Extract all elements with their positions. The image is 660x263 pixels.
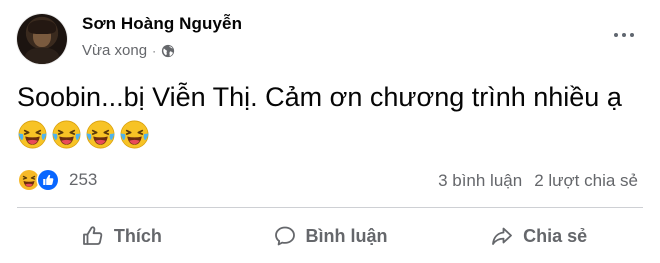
more-dot bbox=[622, 33, 626, 37]
laughing-tears-emoji bbox=[120, 120, 149, 149]
post-meta: Vừa xong · bbox=[82, 42, 175, 59]
like-reaction-icon bbox=[36, 168, 60, 192]
more-options-button[interactable] bbox=[610, 25, 638, 45]
reaction-summary[interactable]: 253 bbox=[17, 168, 97, 192]
author-avatar[interactable] bbox=[17, 14, 67, 64]
like-label: Thích bbox=[113, 225, 162, 246]
like-button[interactable]: Thích bbox=[17, 214, 226, 258]
avatar-figure-hair bbox=[28, 20, 56, 34]
post-action-bar: Thích Bình luận Chia sẻ bbox=[17, 214, 643, 258]
more-dot bbox=[630, 33, 634, 37]
post-timestamp[interactable]: Vừa xong bbox=[82, 42, 147, 59]
laughing-tears-emoji bbox=[86, 120, 115, 149]
divider bbox=[17, 207, 643, 208]
reaction-count[interactable]: 253 bbox=[69, 170, 97, 190]
post-text: Soobin...bị Viễn Thị. Cảm ơn chương trìn… bbox=[17, 82, 622, 112]
laughing-tears-emoji bbox=[52, 120, 81, 149]
avatar-figure-body bbox=[25, 48, 59, 64]
comment-label: Bình luận bbox=[305, 225, 388, 246]
share-count[interactable]: 2 lượt chia sẻ bbox=[534, 171, 638, 191]
meta-separator: · bbox=[152, 43, 157, 58]
share-button[interactable]: Chia sẻ bbox=[434, 214, 643, 258]
comment-count[interactable]: 3 bình luận bbox=[438, 171, 522, 191]
share-arrow-icon bbox=[492, 227, 513, 245]
post-body: Soobin...bị Viễn Thị. Cảm ơn chương trìn… bbox=[17, 78, 637, 154]
engagement-counts: 3 bình luận 2 lượt chia sẻ bbox=[438, 171, 638, 191]
globe-icon[interactable] bbox=[161, 44, 175, 58]
share-label: Chia sẻ bbox=[523, 225, 588, 246]
comment-button[interactable]: Bình luận bbox=[226, 214, 435, 258]
laughing-tears-emoji bbox=[18, 120, 47, 149]
facebook-post: Sơn Hoàng Nguyễn Vừa xong · Soobin...bị … bbox=[0, 0, 660, 263]
more-dot bbox=[614, 33, 618, 37]
thumbs-up-icon bbox=[82, 226, 103, 245]
author-name[interactable]: Sơn Hoàng Nguyễn bbox=[82, 14, 242, 34]
comment-bubble-icon bbox=[274, 226, 295, 246]
